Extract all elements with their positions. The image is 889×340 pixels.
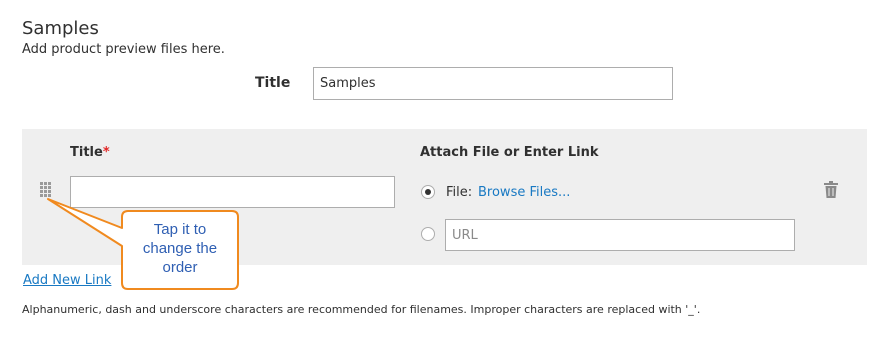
column-title-label: Title* [70, 145, 110, 160]
drag-handle-icon[interactable] [40, 182, 52, 200]
file-option-label: File: [446, 185, 473, 200]
title-label: Title [255, 75, 291, 91]
column-title-text: Title [70, 145, 103, 160]
browse-files-link[interactable]: Browse Files... [478, 185, 570, 200]
section-description: Add product preview files here. [22, 42, 225, 57]
url-input[interactable] [445, 219, 795, 251]
row-title-input[interactable] [70, 176, 395, 208]
section-title: Samples [22, 18, 99, 39]
url-radio[interactable] [421, 227, 435, 241]
callout-line-2: change the [142, 240, 218, 257]
add-new-link-button[interactable]: Add New Link [23, 273, 111, 288]
file-radio[interactable] [421, 185, 435, 199]
callout-line-1: Tap it to [153, 221, 207, 238]
column-attach-label: Attach File or Enter Link [420, 145, 599, 160]
filename-note: Alphanumeric, dash and underscore charac… [22, 303, 701, 316]
required-marker: * [102, 145, 110, 160]
callout-line-3: order [162, 259, 198, 276]
callout-text: Tap it to change the order [124, 220, 236, 277]
title-input[interactable] [313, 67, 673, 100]
trash-icon[interactable] [824, 181, 838, 198]
